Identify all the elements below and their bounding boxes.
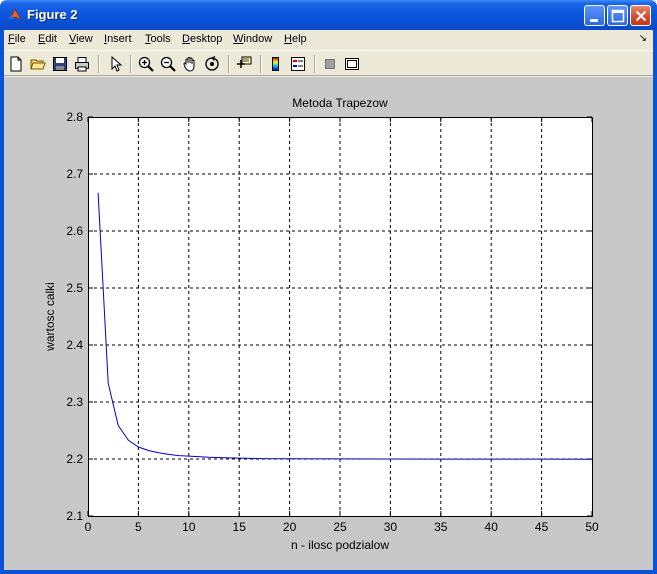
toolbar-separator [130, 55, 132, 73]
x-tick-label: 50 [585, 520, 599, 534]
x-tick-label: 20 [283, 520, 297, 534]
dock-figure-icon[interactable]: ↘ [639, 33, 647, 44]
figure-client-area: File Edit View Insert Tools Desktop Wind… [4, 30, 653, 570]
y-tick-label: 2.2 [66, 452, 83, 466]
toolbar-separator [98, 55, 100, 73]
menu-insert[interactable]: Insert [104, 33, 132, 45]
matlab-logo-icon [6, 7, 22, 23]
toolbar-separator [260, 55, 262, 73]
menu-edit[interactable]: Edit [38, 33, 57, 45]
new-figure-icon[interactable] [6, 54, 26, 74]
plot-svg: 0 5 10 15 20 25 30 35 40 45 50 2.1 2.2 2.3 2.4 2.5 2.6 2.… [43, 96, 599, 552]
x-tick-label: 30 [384, 520, 398, 534]
hide-plot-tools-icon[interactable] [320, 54, 340, 74]
x-tick-label: 40 [485, 520, 499, 534]
colorbar-icon[interactable] [266, 54, 286, 74]
chart-title: Metoda Trapezow [292, 96, 388, 110]
save-icon[interactable] [50, 54, 70, 74]
data-cursor-icon[interactable] [234, 54, 254, 74]
select-arrow-icon[interactable] [106, 54, 126, 74]
toolbar-separator [314, 55, 316, 73]
y-tick-label: 2.4 [66, 338, 83, 352]
print-icon[interactable] [72, 54, 92, 74]
open-file-icon[interactable] [28, 54, 48, 74]
pan-hand-icon[interactable] [180, 54, 200, 74]
rotate-3d-icon[interactable] [202, 54, 222, 74]
y-tick-label: 2.5 [66, 281, 83, 295]
menu-desktop[interactable]: Desktop [182, 33, 222, 45]
x-tick-label: 15 [233, 520, 247, 534]
show-plot-tools-icon[interactable] [342, 54, 362, 74]
x-tick-label: 5 [135, 520, 142, 534]
y-tick-label: 2.6 [66, 224, 83, 238]
y-axis-label: wartosc calki [43, 282, 57, 352]
figure-window: Figure 2 File Edit View Insert Tools Des… [0, 0, 657, 574]
menu-file[interactable]: File [8, 33, 26, 45]
y-tick-label: 2.1 [66, 509, 83, 523]
window-title: Figure 2 [27, 7, 78, 22]
menu-tools[interactable]: Tools [145, 33, 171, 45]
y-tick-label: 2.3 [66, 395, 83, 409]
x-tick-label: 45 [535, 520, 549, 534]
y-tick-label: 2.7 [66, 167, 83, 181]
figure-toolbar [4, 50, 653, 76]
menu-bar: File Edit View Insert Tools Desktop Wind… [4, 30, 653, 49]
menu-view[interactable]: View [69, 33, 93, 45]
close-button[interactable] [630, 5, 651, 26]
title-bar[interactable]: Figure 2 [0, 0, 657, 30]
x-tick-label: 10 [182, 520, 196, 534]
y-tick-label: 2.8 [66, 110, 83, 124]
menu-help[interactable]: Help [284, 33, 307, 45]
toolbar-separator [228, 55, 230, 73]
minimize-button[interactable] [584, 5, 605, 26]
x-tick-label: 25 [333, 520, 347, 534]
figure-canvas[interactable]: 0 5 10 15 20 25 30 35 40 45 50 2.1 2.2 2.3 2.4 2.5 2.6 2.… [4, 77, 653, 570]
x-tick-label: 35 [434, 520, 448, 534]
legend-icon[interactable] [288, 54, 308, 74]
zoom-in-icon[interactable] [136, 54, 156, 74]
zoom-out-icon[interactable] [158, 54, 178, 74]
x-tick-label: 0 [85, 520, 92, 534]
menu-window[interactable]: Window [233, 33, 272, 45]
x-axis-label: n - ilosc podzialow [291, 538, 389, 552]
maximize-button[interactable] [607, 5, 628, 26]
